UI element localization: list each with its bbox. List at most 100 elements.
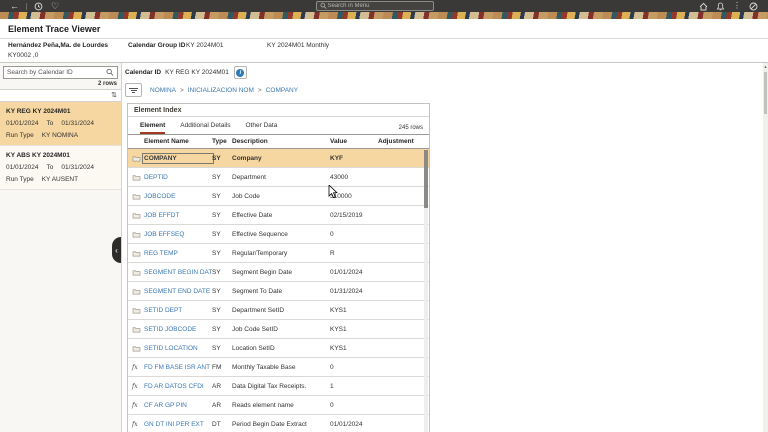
element-trace-viewer-screen: ← ♡ ⋮ Element Trace Viewer Hernández P (0, 0, 768, 432)
element-index-panel: Element Index ElementAdditional DetailsO… (127, 103, 430, 432)
table-row: fx FD FM BASE ISR ANT FM Monthly Taxable… (128, 358, 429, 377)
filter-button[interactable] (125, 83, 142, 97)
element-name-link[interactable]: CF AR GP PIN (144, 402, 212, 409)
element-type: SY (212, 326, 232, 333)
calendar-id-value: KY REG KY 2024M01 (165, 69, 229, 76)
calendar-list-item[interactable]: KY ABS KY 2024M01 01/01/2024To01/31/2024… (0, 146, 121, 190)
topbar-divider (26, 3, 27, 10)
element-name-link[interactable]: SETID DEPT (144, 307, 212, 314)
element-type: SY (212, 250, 232, 257)
home-icon[interactable] (699, 2, 708, 11)
col-description: Description (232, 138, 330, 145)
element-name-link[interactable]: SEGMENT BEGIN DATE (144, 269, 212, 276)
breadcrumb-link[interactable]: NOMINA (150, 87, 176, 94)
sort-icon: ⇅ (111, 92, 117, 99)
employee-name: Hernández Peña,Ma. de Lourdes (8, 42, 108, 49)
element-name-link[interactable]: COMPANY (144, 155, 212, 162)
element-value: 01/01/2024 (330, 269, 378, 276)
element-type: SY (212, 193, 232, 200)
formula-fx-icon: fx (132, 402, 138, 409)
element-name-link[interactable]: SEGMENT END DATE (144, 288, 212, 295)
element-description: Company (232, 155, 330, 162)
element-name-link[interactable]: FD FM BASE ISR ANT (144, 364, 212, 371)
sidebar-search-box[interactable] (3, 66, 118, 79)
scroll-up-icon[interactable]: ▲ (763, 64, 768, 69)
element-description: Data Digital Tax Receipts. (232, 383, 330, 390)
table-body: fx COMPANY SY Company KYF fx (128, 149, 429, 432)
breadcrumb-link[interactable]: INICIALIZACION NOM (188, 87, 254, 94)
sidebar-search-input[interactable] (7, 69, 106, 76)
info-button[interactable]: i (234, 66, 247, 79)
global-search-input[interactable] (327, 3, 430, 9)
sidebar-sort-bar[interactable]: ⇅ (0, 89, 121, 102)
notifications-bell-icon[interactable] (716, 2, 725, 11)
calendar-sidebar: 2 rows ⇅ KY REG KY 2024M01 01/01/2024To0… (0, 63, 122, 432)
element-description: Period Begin Date Extract (232, 421, 330, 428)
breadcrumb-link[interactable]: COMPANY (266, 87, 298, 94)
element-type: AR (212, 383, 232, 390)
back-icon[interactable]: ← (10, 2, 19, 11)
folder-icon (132, 193, 141, 200)
folder-icon (132, 326, 141, 333)
table-row: fx FD AR DATOS CFDI AR Data Digital Tax … (128, 377, 429, 396)
global-search-box[interactable] (316, 1, 434, 11)
info-icon: i (236, 69, 244, 77)
col-type: Type (212, 138, 232, 145)
element-description: Monthly Taxable Base (232, 364, 330, 371)
formula-fx-icon: fx (132, 421, 138, 428)
element-type: DT (212, 421, 232, 428)
decorative-banner (0, 12, 768, 19)
folder-icon (132, 269, 141, 276)
panel-collapse-handle[interactable]: ‹ (112, 237, 121, 263)
element-type: SY (212, 288, 232, 295)
top-chrome-bar: ← ♡ ⋮ (0, 0, 768, 12)
page-scrollbar[interactable]: ▲ (763, 63, 768, 432)
tab[interactable]: Element (140, 122, 165, 134)
recent-history-icon[interactable] (34, 2, 43, 11)
element-name-link[interactable]: REG TEMP (144, 250, 212, 257)
calendar-item-title: KY REG KY 2024M01 (6, 106, 115, 118)
element-name-link[interactable]: JOB EFFSEQ (144, 231, 212, 238)
favorites-heart-icon[interactable]: ♡ (51, 1, 59, 12)
table-scrollbar-thumb[interactable] (424, 150, 428, 208)
element-type: SY (212, 212, 232, 219)
folder-icon (132, 174, 141, 181)
search-icon (106, 68, 114, 77)
element-name-link[interactable]: FD AR DATOS CFDI (144, 383, 212, 390)
col-value: Value (330, 138, 378, 145)
element-value: KYF (330, 155, 378, 162)
table-row: fx COMPANY SY Company KYF (128, 149, 429, 168)
element-name-link[interactable]: JOBCODE (144, 193, 212, 200)
element-name-link[interactable]: SETID LOCATION (144, 345, 212, 352)
calendar-item-title: KY ABS KY 2024M01 (6, 150, 115, 162)
page-scrollbar-thumb[interactable] (764, 72, 767, 114)
col-adjustment: Adjustment (378, 138, 429, 145)
element-value: KYS1 (330, 345, 378, 352)
navbar-compass-icon[interactable] (749, 2, 758, 11)
calendar-list-item[interactable]: KY REG KY 2024M01 01/01/2024To01/31/2024… (0, 102, 121, 146)
element-value: 43000 (330, 174, 378, 181)
calendar-list: KY REG KY 2024M01 01/01/2024To01/31/2024… (0, 102, 121, 190)
element-table: Element Name Type Description Value Adju… (128, 134, 429, 432)
trace-main: Calendar ID KY REG KY 2024M01 i >NOMINA>… (122, 63, 768, 432)
element-type: FM (212, 364, 232, 371)
table-row: fx GN DT INI PER EXT DT Period Begin Dat… (128, 415, 429, 432)
element-description: Reads element name (232, 402, 330, 409)
actions-menu-icon[interactable]: ⋮ (733, 2, 741, 10)
element-name-link[interactable]: SETID JOBCODE (144, 326, 212, 333)
element-type: SY (212, 269, 232, 276)
element-value: R (330, 250, 378, 257)
table-scrollbar[interactable] (424, 150, 428, 432)
element-value: 0 (330, 364, 378, 371)
element-name-link[interactable]: JOB EFFDT (144, 212, 212, 219)
tab[interactable]: Additional Details (180, 122, 230, 134)
element-name-link[interactable]: DEPTID (144, 174, 212, 181)
content-area: 2 rows ⇅ KY REG KY 2024M01 01/01/2024To0… (0, 63, 768, 432)
element-type: SY (212, 307, 232, 314)
table-header-row: Element Name Type Description Value Adju… (128, 134, 429, 149)
tab[interactable]: Other Data (246, 122, 278, 134)
element-name-link[interactable]: GN DT INI PER EXT (144, 421, 212, 428)
table-row: fx DEPTID SY Department 43000 (128, 168, 429, 187)
tab-strip: ElementAdditional DetailsOther Data 245 … (128, 117, 429, 134)
element-value: 02/15/2019 (330, 212, 378, 219)
